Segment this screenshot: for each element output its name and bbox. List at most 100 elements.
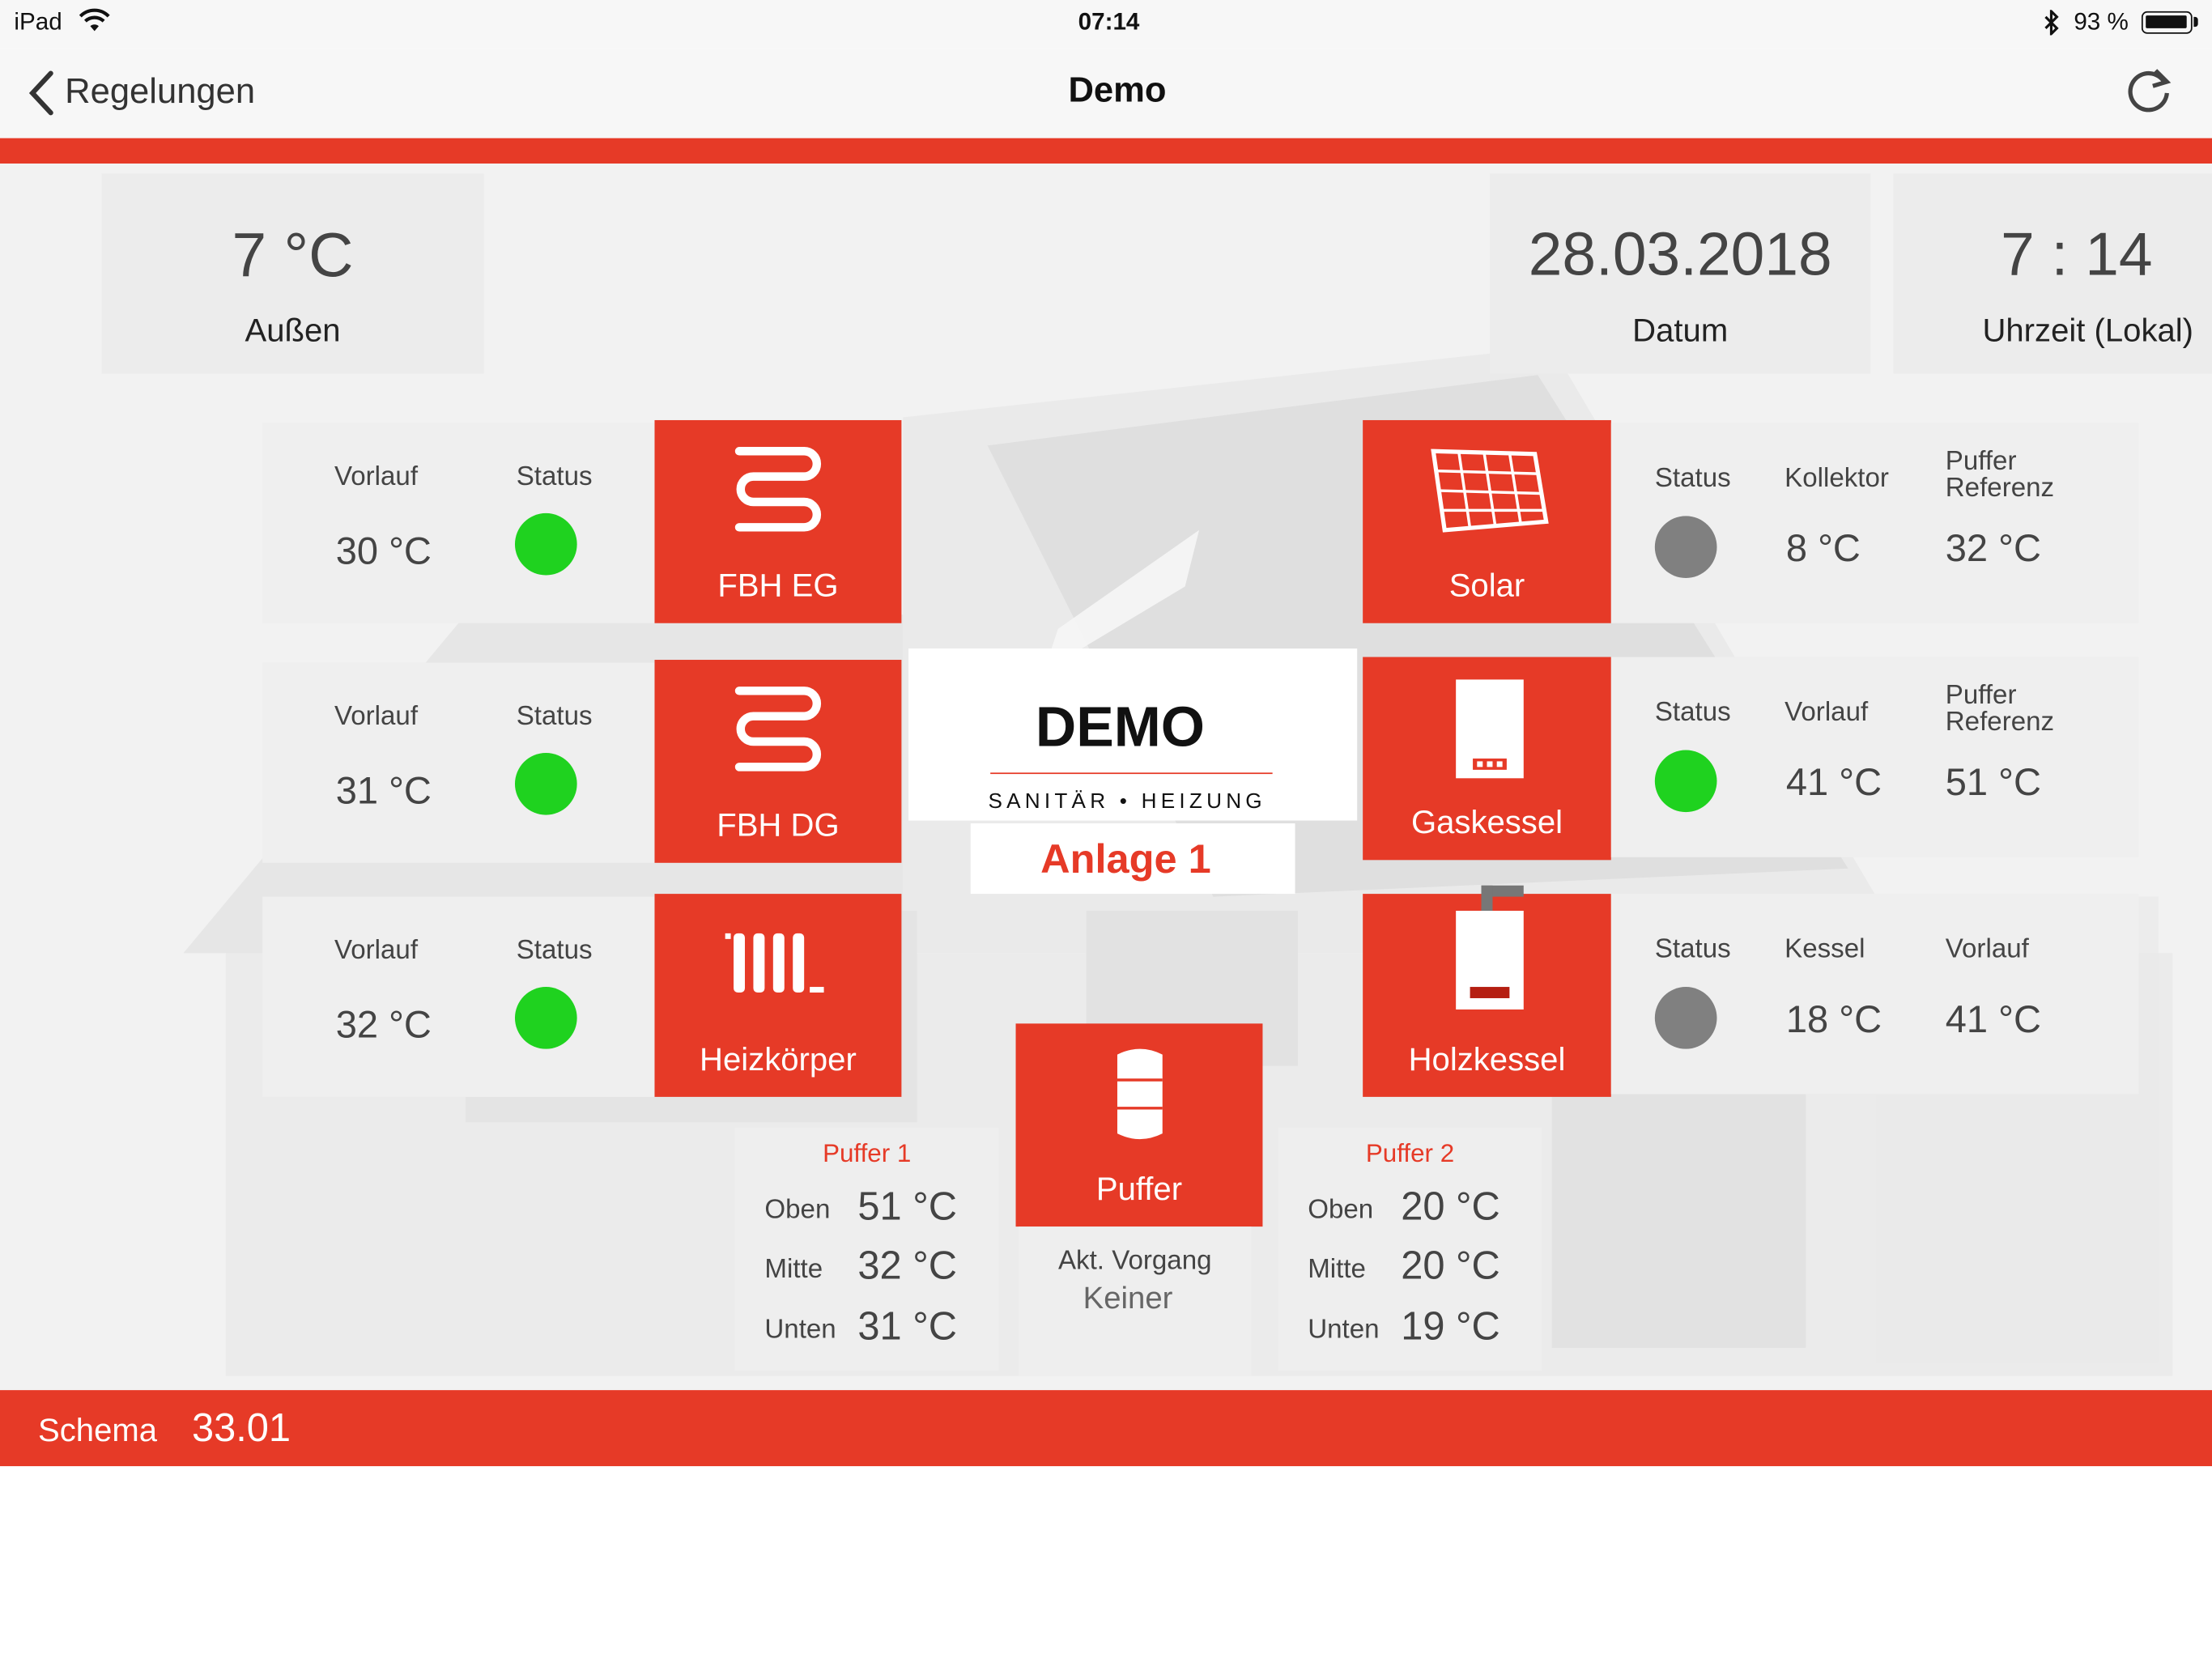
vorlauf-label: Vorlauf <box>334 702 419 732</box>
buffer-card-1: Puffer 1 Oben 51 °C Mitte 32 °C Unten 31… <box>734 1128 999 1371</box>
kessel-value: 18 °C <box>1785 997 1882 1041</box>
outside-temperature-value: 7 °C <box>232 221 354 291</box>
tile-label: FBH EG <box>717 567 839 604</box>
kessel-label: Kessel <box>1784 934 1865 965</box>
current-operation-label: Akt. Vorgang <box>1057 1246 1212 1277</box>
clock-status: 07:14 <box>1078 8 1140 36</box>
source-card-holzkessel: Status Kessel Vorlauf 18 °C 41 °C <box>1610 894 2139 1095</box>
header-accent-bar <box>0 138 2212 164</box>
tile-label: Solar <box>1448 567 1525 604</box>
tile-solar[interactable]: Solar <box>1363 419 1611 623</box>
ios-status-bar: iPad 07:14 93 % <box>0 0 2212 49</box>
vorlauf-label: Vorlauf <box>1784 698 1869 728</box>
vorlauf-label: Vorlauf <box>334 462 419 492</box>
tile-fbh-eg[interactable]: FBH EG <box>654 419 902 623</box>
puffer-referenz-value: 32 °C <box>1945 527 2041 570</box>
status-indicator <box>514 987 577 1049</box>
vorlauf-value: 41 °C <box>1785 761 1882 804</box>
blank-area <box>0 1466 2212 1658</box>
back-button[interactable]: Regelungen <box>19 65 287 121</box>
tile-heizkoerper[interactable]: Heizkörper <box>654 894 902 1097</box>
floor-heating-icon <box>734 447 821 532</box>
vorlauf-label: Vorlauf <box>1945 934 2029 965</box>
mitte-value: 20 °C <box>1401 1244 1500 1287</box>
unten-value: 31 °C <box>857 1303 957 1348</box>
outside-temperature-card: 7 °C Außen <box>101 173 484 374</box>
device-name: iPad <box>14 8 62 36</box>
source-card-solar: Status Kollektor Puffer Referenz 8 °C 32… <box>1610 423 2139 623</box>
wifi-icon <box>79 8 110 32</box>
wood-boiler-icon <box>1456 885 1524 1010</box>
company-logo: DEMO SANITÄR • HEIZUNG <box>908 648 1358 821</box>
status-label: Status <box>516 936 593 966</box>
page-title: Demo <box>1068 70 1167 110</box>
time-value: 7 : 14 <box>2001 221 2153 290</box>
vorlauf-value: 31 °C <box>335 769 432 813</box>
buffer-title: Puffer 2 <box>1365 1139 1455 1167</box>
tile-label: FBH DG <box>717 806 840 844</box>
circuit-card-heizkoerper: Vorlauf Status 32 °C <box>262 896 655 1097</box>
outside-temperature-label: Außen <box>245 311 341 349</box>
vorlauf-value: 32 °C <box>335 1003 432 1047</box>
tile-label: Heizkörper <box>700 1040 857 1078</box>
status-label: Status <box>516 462 593 492</box>
status-label: Status <box>1654 698 1731 728</box>
bluetooth-icon <box>2044 10 2059 36</box>
vorlauf-value: 30 °C <box>335 529 432 573</box>
puffer-referenz-value: 51 °C <box>1945 761 2041 804</box>
schema-canvas: 7 °C Außen 28.03.2018 Datum 7 : 14 Uhrze… <box>0 164 2212 1391</box>
date-label: Datum <box>1632 311 1729 349</box>
date-card: 28.03.2018 Datum <box>1489 173 1871 374</box>
gas-boiler-icon <box>1456 679 1524 779</box>
unten-value: 19 °C <box>1401 1303 1500 1348</box>
solar-panel-icon <box>1431 449 1549 533</box>
buffer-title: Puffer 1 <box>823 1139 912 1167</box>
schema-footer-bar: Schema 33.01 <box>0 1390 2212 1467</box>
tile-label: Puffer <box>1095 1170 1183 1207</box>
circuit-card-fbh-dg: Vorlauf Status 31 °C <box>262 662 655 863</box>
status-indicator <box>514 512 577 576</box>
buffer-tank-icon <box>1117 1048 1163 1140</box>
status-indicator <box>1654 750 1717 813</box>
refresh-icon[interactable] <box>2122 65 2176 118</box>
status-indicator <box>1654 516 1717 579</box>
status-indicator <box>514 752 577 815</box>
current-operation-card: Akt. Vorgang Keiner <box>1019 1226 1252 1376</box>
kollektor-label: Kollektor <box>1784 463 1889 494</box>
puffer-referenz-label: Puffer Referenz <box>1945 681 2055 738</box>
status-label: Status <box>1654 934 1731 965</box>
back-chevron-icon <box>28 70 53 116</box>
puffer-referenz-label: Puffer Referenz <box>1945 447 2055 504</box>
current-operation-value: Keiner <box>1083 1280 1173 1316</box>
tile-gaskessel[interactable]: Gaskessel <box>1363 657 1611 861</box>
status-indicator <box>1654 987 1717 1049</box>
plant-name: Anlage 1 <box>1040 837 1211 883</box>
status-label: Status <box>1654 463 1731 494</box>
back-label: Regelungen <box>65 71 256 112</box>
date-value: 28.03.2018 <box>1528 221 1832 290</box>
tile-holzkessel[interactable]: Holzkessel <box>1363 885 1611 1097</box>
logo-tagline: SANITÄR • HEIZUNG <box>988 789 1266 814</box>
logo-divider <box>990 772 1273 775</box>
buffer-card-2: Puffer 2 Oben 20 °C Mitte 20 °C Unten 19… <box>1278 1128 1542 1371</box>
tile-fbh-dg[interactable]: FBH DG <box>654 660 902 863</box>
tile-label: Holzkessel <box>1408 1040 1566 1078</box>
circuit-card-fbh-eg: Vorlauf Status 30 °C <box>262 423 655 623</box>
oben-label: Oben <box>1308 1195 1374 1226</box>
battery-icon <box>2141 11 2198 34</box>
tile-label: Gaskessel <box>1410 803 1563 840</box>
oben-label: Oben <box>764 1195 831 1226</box>
mitte-label: Mitte <box>1308 1254 1366 1285</box>
status-label: Status <box>516 702 593 732</box>
vorlauf-label: Vorlauf <box>334 936 419 966</box>
battery-percent: 93 % <box>2074 8 2129 36</box>
time-card: 7 : 14 Uhrzeit (Lokal) <box>1893 173 2212 374</box>
schema-label: Schema <box>38 1411 158 1448</box>
mitte-value: 32 °C <box>857 1244 957 1287</box>
mitte-label: Mitte <box>764 1254 823 1285</box>
plant-name-box: Anlage 1 <box>970 823 1295 895</box>
floor-heating-icon <box>734 687 821 772</box>
source-card-gaskessel: Status Vorlauf Puffer Referenz 41 °C 51 … <box>1610 657 2139 857</box>
kollektor-value: 8 °C <box>1785 527 1861 570</box>
tile-puffer[interactable]: Puffer <box>1015 1023 1263 1227</box>
